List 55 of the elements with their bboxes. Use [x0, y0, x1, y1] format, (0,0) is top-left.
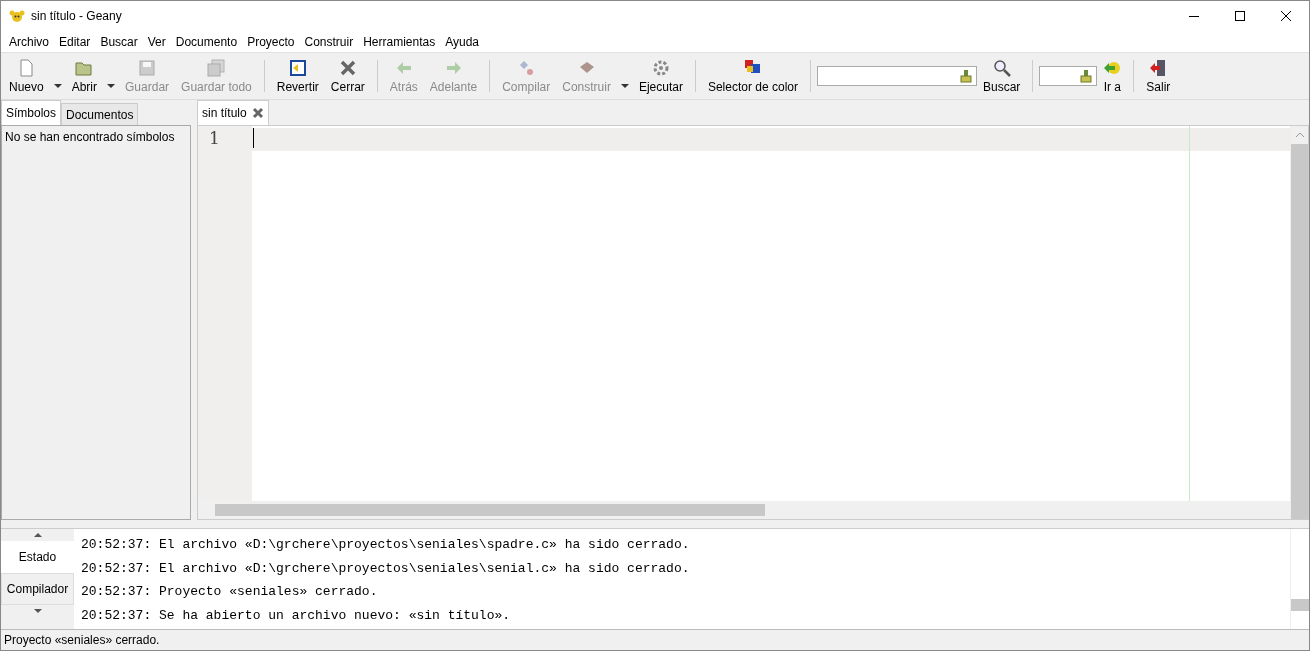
- empty-symbols-message: No se han encontrado símbolos: [5, 130, 175, 144]
- caret-icon: [620, 83, 629, 88]
- new-file-icon: [17, 58, 36, 77]
- maximize-icon: [1235, 11, 1245, 21]
- toolbar-button[interactable]: Abrir: [65, 56, 104, 96]
- line-number-field[interactable]: [1039, 66, 1098, 86]
- menu-item[interactable]: Buscar: [95, 34, 143, 49]
- line-number: 1: [208, 128, 221, 148]
- close-icon: [1281, 11, 1291, 21]
- menu-item[interactable]: Construir: [299, 34, 359, 49]
- search-field[interactable]: [817, 66, 977, 86]
- menu-item[interactable]: Editar: [54, 34, 96, 49]
- window-title: sin título - Geany: [31, 9, 122, 23]
- toolbar-button[interactable]: Buscar: [977, 56, 1027, 96]
- vertical-scrollbar[interactable]: [1290, 126, 1308, 519]
- caret-icon: [107, 83, 116, 88]
- save-icon: [138, 58, 157, 77]
- revert-icon: [288, 58, 307, 77]
- menu-item[interactable]: Ver: [142, 34, 171, 49]
- toolbar-button[interactable]: Ejecutar: [632, 56, 689, 96]
- menu-item[interactable]: Ayuda: [440, 34, 484, 49]
- menu-item[interactable]: Archivo: [4, 34, 54, 49]
- horizontal-scrollbar[interactable]: [198, 501, 1290, 519]
- close-icon: [338, 58, 357, 77]
- close-icon[interactable]: [251, 107, 264, 119]
- sidebar-tab[interactable]: Símbolos: [1, 100, 62, 125]
- save-all-icon: [207, 58, 226, 77]
- status-bar: Proyecto «seniales» cerrado.: [1, 629, 1309, 650]
- scroll-down-icon[interactable]: [33, 609, 42, 613]
- scroll-up-icon[interactable]: [33, 533, 42, 537]
- vertical-scrollbar[interactable]: [1290, 529, 1309, 629]
- caret-icon: [53, 83, 62, 88]
- brush-icon[interactable]: [1080, 69, 1093, 83]
- log-message: 20:52:37: Se ha abierto un archivo nuevo: «sin título».: [81, 606, 512, 625]
- toolbar-button[interactable]: Nuevo: [3, 56, 50, 96]
- menu-item[interactable]: Documento: [170, 34, 243, 49]
- message-tab[interactable]: Compilador: [1, 573, 74, 605]
- gear-icon: [651, 58, 670, 77]
- brush-icon[interactable]: [960, 69, 972, 83]
- menu-item[interactable]: Herramientas: [358, 34, 441, 49]
- toolbar-button[interactable]: Ir a: [1097, 56, 1128, 96]
- message-tab[interactable]: Estado: [1, 541, 74, 573]
- log-message: 20:52:37: Proyecto «seniales» cerrado.: [81, 583, 379, 601]
- toolbar-button[interactable]: Selector de color: [701, 56, 804, 96]
- log-message: 20:52:37: El archivo «D:\grchere\proyectos\seniales\senial.c» ha sido cerrado.: [81, 559, 691, 578]
- toolbar-button[interactable]: Salir: [1140, 56, 1177, 96]
- toolbar-button[interactable]: Cerrar: [324, 56, 371, 96]
- app-logo-icon: [9, 9, 25, 23]
- log-message: 20:52:37: El archivo «D:\grchere\proyectos\seniales\spadre.c» ha sido cerrado.: [81, 536, 691, 554]
- exit-icon: [1149, 58, 1168, 77]
- menu-item[interactable]: Proyecto: [242, 34, 300, 49]
- search-icon: [992, 58, 1011, 77]
- toolbar-button[interactable]: Revertir: [270, 56, 325, 96]
- sidebar-tab[interactable]: Documentos: [61, 103, 139, 125]
- document-tab[interactable]: sin título: [197, 100, 269, 125]
